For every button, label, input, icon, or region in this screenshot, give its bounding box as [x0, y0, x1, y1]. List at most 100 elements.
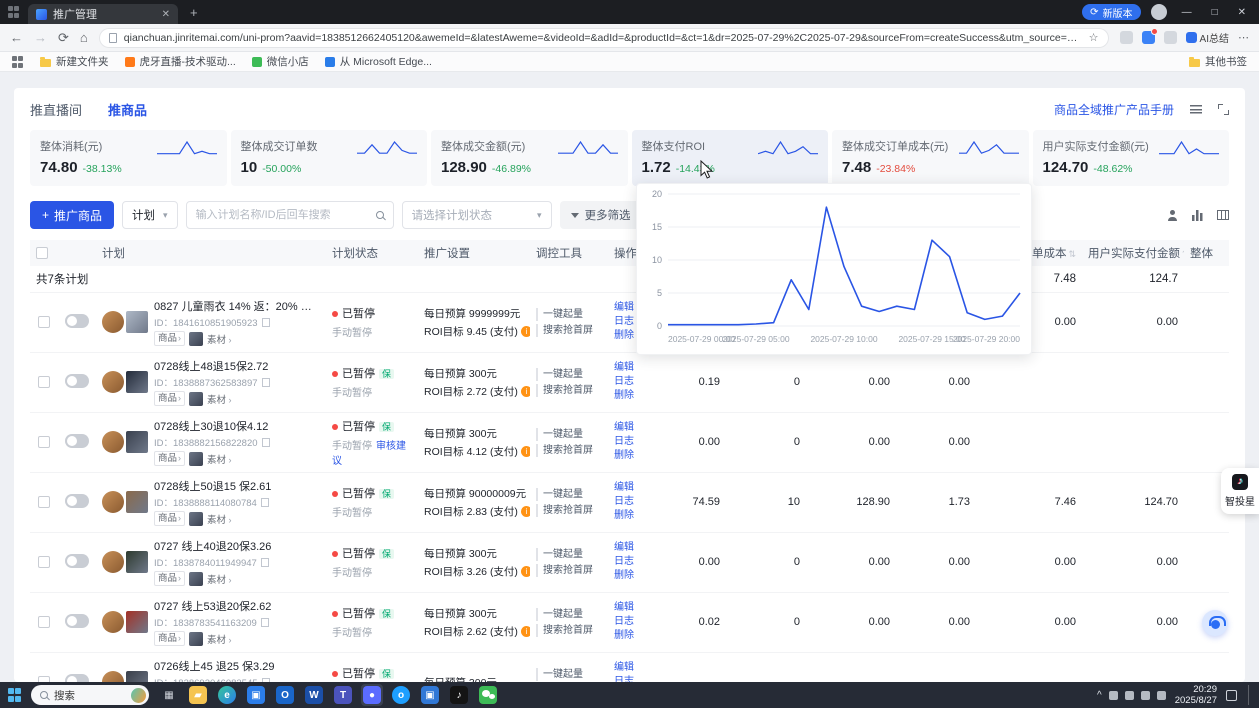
- control-tool[interactable]: 搜索抢首屏: [536, 324, 602, 337]
- browser-tab[interactable]: 推广管理 ✕: [28, 4, 178, 24]
- file-explorer-icon[interactable]: ▰: [189, 686, 207, 704]
- word-icon[interactable]: W: [305, 686, 323, 704]
- home-icon[interactable]: ⌂: [80, 31, 88, 44]
- tab-products[interactable]: 推商品: [108, 100, 147, 119]
- product-manual-link[interactable]: 商品全域推广产品手册: [1054, 101, 1174, 118]
- bookmark-item[interactable]: 从 Microsoft Edge...: [325, 54, 432, 69]
- ai-summary-button[interactable]: AI总结: [1186, 30, 1229, 45]
- search-icon[interactable]: [376, 211, 384, 219]
- outlook-icon[interactable]: O: [276, 686, 294, 704]
- hidden-icons-chevron[interactable]: ^: [1097, 690, 1102, 701]
- chart-icon[interactable]: [1192, 210, 1203, 221]
- favorite-star-icon[interactable]: ☆: [1089, 31, 1099, 44]
- metric-card[interactable]: 用户实际支付金额(元)124.70-48.62%: [1033, 130, 1230, 186]
- operation-link[interactable]: 删除: [614, 629, 654, 643]
- plan-enable-toggle[interactable]: [65, 314, 89, 328]
- operation-link[interactable]: 删除: [614, 509, 654, 523]
- chat-extension-icon[interactable]: [1164, 31, 1177, 44]
- row-checkbox[interactable]: [38, 556, 50, 568]
- plan-search-input[interactable]: [196, 209, 369, 221]
- control-tool[interactable]: 一键起量: [536, 308, 602, 321]
- close-button[interactable]: ✕: [1233, 7, 1251, 18]
- other-bookmarks[interactable]: 其他书签: [1189, 54, 1247, 69]
- metric-card[interactable]: 整体成交订单数10-50.00%: [231, 130, 428, 186]
- sort-icon[interactable]: ⇅: [1068, 249, 1076, 259]
- vpn-icon[interactable]: [1109, 691, 1118, 700]
- douyin-icon[interactable]: ♪: [450, 686, 468, 704]
- copy-icon[interactable]: [262, 438, 270, 447]
- product-tag-link[interactable]: 商品›: [154, 391, 185, 406]
- select-all-checkbox[interactable]: [36, 247, 48, 259]
- product-tag-link[interactable]: 商品›: [154, 331, 185, 346]
- new-tab-button[interactable]: +: [186, 5, 202, 20]
- operation-link[interactable]: 编辑: [614, 421, 654, 435]
- control-tool[interactable]: 搜索抢首屏: [536, 564, 602, 577]
- material-thumbnail[interactable]: [189, 392, 203, 406]
- teams-icon[interactable]: T: [334, 686, 352, 704]
- plan-enable-toggle[interactable]: [65, 494, 89, 508]
- operation-link[interactable]: 日志: [614, 675, 654, 682]
- copy-icon[interactable]: [261, 498, 269, 507]
- product-tag-link[interactable]: 商品›: [154, 631, 185, 646]
- product-tag-link[interactable]: 商品›: [154, 511, 185, 526]
- plan-name[interactable]: 0728线上50退15 保2.61: [154, 478, 320, 494]
- product-image[interactable]: [126, 431, 148, 453]
- warning-info-icon[interactable]: i: [521, 566, 530, 577]
- apps-grid-icon[interactable]: [12, 56, 24, 68]
- control-tool[interactable]: 一键起量: [536, 368, 602, 381]
- bookmark-item[interactable]: 新建文件夹: [40, 54, 109, 69]
- plan-name[interactable]: 0727 线上40退20保3.26: [154, 538, 320, 554]
- wechat-icon[interactable]: [479, 686, 497, 704]
- material-link[interactable]: 素材 ›: [207, 392, 232, 406]
- plan-enable-toggle[interactable]: [65, 434, 89, 448]
- copy-icon[interactable]: [262, 318, 270, 327]
- row-checkbox[interactable]: [38, 496, 50, 508]
- tab-search-icon[interactable]: [8, 6, 20, 18]
- material-link[interactable]: 素材 ›: [207, 332, 232, 346]
- control-tool[interactable]: 一键起量: [536, 668, 602, 681]
- fullscreen-icon[interactable]: [1218, 104, 1229, 115]
- material-thumbnail[interactable]: [189, 332, 203, 346]
- operation-link[interactable]: 日志: [614, 615, 654, 629]
- dev-tool-icon[interactable]: ▣: [421, 686, 439, 704]
- bookmark-item[interactable]: 虎牙直播-技术驱动...: [125, 54, 236, 69]
- copy-icon[interactable]: [261, 558, 269, 567]
- product-image[interactable]: [126, 491, 148, 513]
- extension-icon[interactable]: [1142, 31, 1155, 44]
- new-version-button[interactable]: ⟳新版本: [1082, 4, 1140, 20]
- operation-link[interactable]: 编辑: [614, 601, 654, 615]
- operation-link[interactable]: 删除: [614, 569, 654, 583]
- plan-type-select[interactable]: 计划▾: [122, 201, 178, 229]
- notification-center-icon[interactable]: [1226, 690, 1237, 701]
- material-thumbnail[interactable]: [189, 512, 203, 526]
- row-checkbox[interactable]: [38, 616, 50, 628]
- tab-close-icon[interactable]: ✕: [162, 9, 170, 20]
- product-tag-link[interactable]: 商品›: [154, 451, 185, 466]
- product-tag-link[interactable]: 商品›: [154, 571, 185, 586]
- assistant-widget[interactable]: ♪ 智投星: [1221, 468, 1259, 514]
- row-checkbox[interactable]: [38, 376, 50, 388]
- sort-icon[interactable]: ⇅: [1182, 249, 1184, 259]
- plan-name[interactable]: 0827 儿童雨衣 14% 返：20% 保：9.92: [154, 298, 320, 314]
- operation-link[interactable]: 编辑: [614, 361, 654, 375]
- network-icon[interactable]: [1157, 691, 1166, 700]
- forward-icon[interactable]: →: [34, 31, 47, 44]
- site-info-icon[interactable]: [109, 33, 117, 43]
- person-icon[interactable]: [1167, 210, 1178, 221]
- taskbar-clock[interactable]: 20:29 2025/8/27: [1175, 684, 1217, 706]
- plan-search[interactable]: [186, 201, 394, 229]
- product-image[interactable]: [126, 551, 148, 573]
- show-desktop-button[interactable]: [1248, 685, 1251, 705]
- operation-link[interactable]: 日志: [614, 555, 654, 569]
- reload-icon[interactable]: ⟳: [58, 31, 69, 44]
- plan-enable-toggle[interactable]: [65, 374, 89, 388]
- control-tool[interactable]: 一键起量: [536, 548, 602, 561]
- browser-icon[interactable]: o: [392, 686, 410, 704]
- maximize-button[interactable]: □: [1207, 7, 1223, 18]
- control-tool[interactable]: 一键起量: [536, 488, 602, 501]
- plan-name[interactable]: 0727 线上53退20保2.62: [154, 598, 320, 614]
- bookmark-item[interactable]: 微信小店: [252, 54, 309, 69]
- plan-name[interactable]: 0728线上48退15保2.72: [154, 358, 320, 374]
- material-thumbnail[interactable]: [189, 632, 203, 646]
- start-button[interactable]: [8, 688, 22, 702]
